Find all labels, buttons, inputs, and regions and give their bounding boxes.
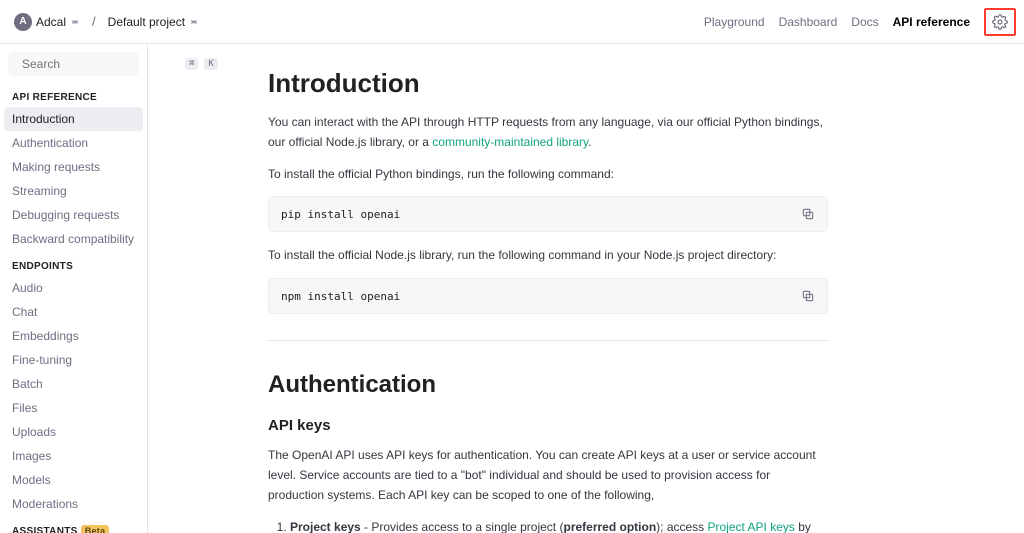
intro-para-3: To install the official Node.js library,… xyxy=(268,246,828,266)
list-item-project-keys: Project keys - Provides access to a sing… xyxy=(290,518,828,533)
intro-heading: Introduction xyxy=(268,68,984,99)
keys-list: Project keys - Provides access to a sing… xyxy=(268,518,828,533)
sidebar-item-debugging[interactable]: Debugging requests xyxy=(4,203,143,227)
gear-icon[interactable] xyxy=(992,14,1008,30)
code-npm: npm install openai xyxy=(268,278,828,314)
sidebar-item-chat[interactable]: Chat xyxy=(4,300,143,324)
kbd-meta: ⌘ xyxy=(185,58,198,70)
sidebar-item-compat[interactable]: Backward compatibility xyxy=(4,227,143,251)
chevron-down-icon xyxy=(70,17,80,27)
sidebar-heading-api: API REFERENCE xyxy=(4,82,143,107)
main-content[interactable]: Introduction You can interact with the A… xyxy=(148,44,1024,533)
sidebar-item-audio[interactable]: Audio xyxy=(4,276,143,300)
search-field[interactable] xyxy=(20,56,179,72)
project-switcher[interactable]: Default project xyxy=(102,11,205,33)
sidebar-item-streaming[interactable]: Streaming xyxy=(4,179,143,203)
sidebar-item-making-requests[interactable]: Making requests xyxy=(4,155,143,179)
divider xyxy=(268,340,828,341)
link-project-keys[interactable]: Project API keys xyxy=(708,520,795,533)
auth-heading: Authentication xyxy=(268,371,984,399)
beta-badge: Beta xyxy=(81,525,110,533)
link-community[interactable]: community-maintained library xyxy=(432,135,588,149)
sidebar-item-images[interactable]: Images xyxy=(4,444,143,468)
sidebar: ⌘ K API REFERENCE Introduction Authentic… xyxy=(0,44,148,533)
search-input[interactable]: ⌘ K xyxy=(8,52,139,76)
nav-docs[interactable]: Docs xyxy=(851,15,878,29)
intro-para-1: You can interact with the API through HT… xyxy=(268,113,828,153)
sidebar-item-embeddings[interactable]: Embeddings xyxy=(4,324,143,348)
kbd-k: K xyxy=(204,58,217,70)
code-text: npm install openai xyxy=(281,290,400,303)
sidebar-item-introduction[interactable]: Introduction xyxy=(4,107,143,131)
chevron-down-icon xyxy=(189,17,199,27)
sidebar-item-uploads[interactable]: Uploads xyxy=(4,420,143,444)
sidebar-scroll[interactable]: API REFERENCE Introduction Authenticatio… xyxy=(0,82,147,533)
settings-highlight xyxy=(984,8,1016,36)
copy-icon[interactable] xyxy=(801,207,815,221)
sidebar-item-models[interactable]: Models xyxy=(4,468,143,492)
code-pip: pip install openai xyxy=(268,196,828,232)
nav-api-reference[interactable]: API reference xyxy=(893,15,970,29)
sidebar-heading-assistants: ASSISTANTS Beta xyxy=(4,516,143,533)
sidebar-item-fine-tuning[interactable]: Fine-tuning xyxy=(4,348,143,372)
sidebar-item-authentication[interactable]: Authentication xyxy=(4,131,143,155)
project-name: Default project xyxy=(108,15,185,29)
sidebar-item-batch[interactable]: Batch xyxy=(4,372,143,396)
nav-dashboard[interactable]: Dashboard xyxy=(779,15,838,29)
intro-para-2: To install the official Python bindings,… xyxy=(268,165,828,185)
org-name: Adcal xyxy=(36,15,66,29)
nav-playground[interactable]: Playground xyxy=(704,15,765,29)
code-text: pip install openai xyxy=(281,208,400,221)
auth-subheading: API keys xyxy=(268,417,984,434)
avatar: A xyxy=(14,13,32,31)
auth-para-1: The OpenAI API uses API keys for authent… xyxy=(268,446,828,505)
sidebar-item-moderations[interactable]: Moderations xyxy=(4,492,143,516)
sidebar-item-files[interactable]: Files xyxy=(4,396,143,420)
sidebar-heading-endpoints: ENDPOINTS xyxy=(4,251,143,276)
breadcrumb-sep: / xyxy=(92,14,96,29)
copy-icon[interactable] xyxy=(801,289,815,303)
org-switcher[interactable]: A Adcal xyxy=(8,9,86,35)
